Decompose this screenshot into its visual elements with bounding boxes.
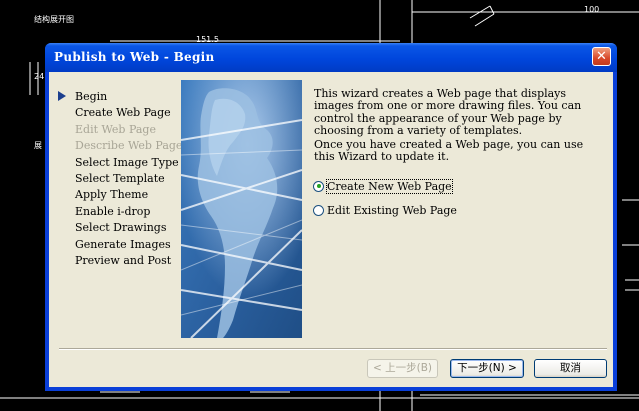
- create-new-radio[interactable]: [313, 180, 324, 192]
- wizard-description: This wizard creates a Web page that disp…: [314, 87, 582, 138]
- wizard-update-note: Once you have created a Web page, you ca…: [314, 138, 584, 164]
- step-select-template: Select Template: [75, 172, 165, 186]
- step-select-drawings: Select Drawings: [75, 221, 167, 235]
- cancel-button[interactable]: 取消: [534, 359, 607, 378]
- edit-existing-label[interactable]: Edit Existing Web Page: [327, 204, 457, 217]
- cad-dimension-left: 24: [34, 72, 45, 81]
- step-create-web-page: Create Web Page: [75, 106, 171, 120]
- step-preview-and-post: Preview and Post: [75, 254, 172, 268]
- cad-side-label: 展: [34, 141, 42, 150]
- step-generate-images: Generate Images: [75, 237, 171, 251]
- step-apply-theme: Apply Theme: [75, 188, 149, 202]
- create-new-label[interactable]: Create New Web Page: [326, 178, 453, 194]
- globe-map-illustration: [181, 80, 302, 338]
- edit-existing-radio[interactable]: [313, 204, 324, 216]
- cad-dimension-right: 100: [584, 5, 600, 14]
- step-begin: Begin: [75, 90, 108, 103]
- step-enable-i-drop: Enable i-drop: [75, 204, 151, 218]
- wizard-banner-image: [181, 80, 302, 338]
- close-icon: ✕: [596, 49, 607, 64]
- button-separator: [59, 348, 607, 350]
- back-button[interactable]: < 上一步(B): [367, 359, 438, 378]
- next-button[interactable]: 下一步(N) >: [450, 359, 524, 378]
- dialog-client-area: Begin Create Web Page Edit Web Page Desc…: [49, 72, 613, 387]
- wizard-steps-list: Begin Create Web Page Edit Web Page Desc…: [75, 89, 182, 269]
- step-edit-web-page: Edit Web Page: [75, 122, 156, 136]
- step-select-image-type: Select Image Type: [75, 155, 179, 169]
- edit-existing-web-page-option[interactable]: Edit Existing Web Page: [313, 203, 457, 217]
- dialog-title-bar[interactable]: Publish to Web - Begin ✕: [45, 43, 617, 72]
- cad-title-text: 结构展开图: [34, 15, 74, 24]
- dialog-title: Publish to Web - Begin: [54, 50, 215, 64]
- close-button[interactable]: ✕: [592, 47, 611, 66]
- create-new-web-page-option[interactable]: Create New Web Page: [313, 178, 453, 194]
- publish-to-web-dialog: Publish to Web - Begin ✕ Begin Create We…: [45, 43, 617, 391]
- current-step-arrow-icon: [58, 91, 66, 101]
- step-describe-web-page: Describe Web Page: [75, 139, 183, 153]
